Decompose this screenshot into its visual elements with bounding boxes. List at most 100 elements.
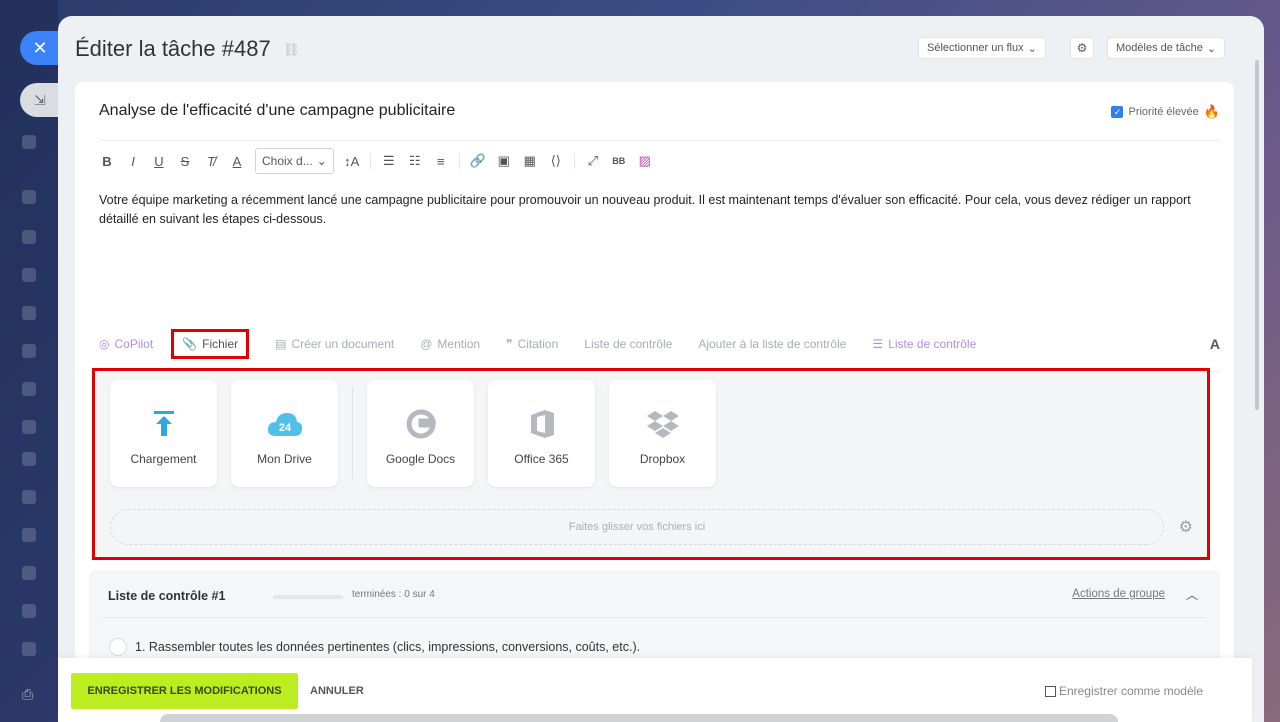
rail-item[interactable] [22, 190, 36, 204]
bottom-bar [160, 714, 1118, 722]
office-icon [528, 402, 556, 446]
text-color-icon[interactable]: A [229, 154, 245, 169]
bold-icon[interactable]: B [99, 154, 115, 169]
clear-format-icon[interactable]: T̸ [203, 154, 219, 169]
toolbar-separator [458, 153, 460, 169]
rail-item[interactable] [22, 604, 36, 618]
dropzone-label: Faites glisser vos fichiers ici [568, 521, 706, 533]
tab-checklist-active[interactable]: ☰ Liste de contrôle [872, 337, 976, 351]
save-changes-button[interactable]: ENREGISTRER LES MODIFICATIONS [71, 673, 298, 709]
group-actions-link[interactable]: Actions de groupe [1072, 588, 1165, 600]
task-description[interactable]: Votre équipe marketing a récemment lancé… [99, 191, 1209, 229]
rail-item[interactable] [22, 490, 36, 504]
gear-icon[interactable]: ⚙ [1179, 517, 1193, 537]
link-icon[interactable]: ⛓ [283, 42, 300, 58]
align-icon[interactable]: ≡ [433, 154, 449, 169]
settings-button[interactable]: ⚙ [1070, 37, 1094, 59]
underline-icon[interactable]: U [151, 154, 167, 169]
cancel-button[interactable]: ANNULER [310, 685, 364, 697]
panel-header: Éditer la tâche #487 ⛓ Sélectionner un f… [58, 16, 1264, 82]
bullet-list-icon[interactable]: ☷ [407, 153, 423, 169]
divider [103, 617, 1206, 618]
checklist-item[interactable]: 1. Rassembler toutes les données pertine… [109, 638, 640, 656]
font-size-icon[interactable]: ↕A [344, 154, 360, 169]
rail-item[interactable] [22, 135, 36, 149]
tab-checklist-active-label: Liste de contrôle [888, 337, 977, 351]
priority-checkbox[interactable]: ✓ [1111, 106, 1124, 118]
font-select[interactable]: Choix d... ⌄ [255, 148, 334, 174]
rail-item[interactable] [22, 230, 36, 244]
google-icon [406, 402, 436, 446]
tab-quote[interactable]: ❞ Citation [506, 337, 558, 351]
minimize-icon: ⇲ [34, 91, 46, 108]
file-dropzone[interactable]: Faites glisser vos fichiers ici [110, 509, 1164, 545]
tab-file[interactable]: 📎 Fichier [171, 329, 250, 359]
tab-copilot[interactable]: ◎ CoPilot [99, 337, 153, 351]
upload-arrow-icon [153, 402, 175, 446]
checklist-item-checkbox[interactable] [109, 638, 127, 656]
tab-quote-label: Citation [517, 337, 559, 351]
tab-create-document[interactable]: ▤ Créer un document [275, 337, 394, 351]
tab-add-to-checklist[interactable]: Ajouter à la liste de contrôle [698, 337, 846, 351]
scrollbar[interactable] [1255, 60, 1259, 410]
tab-add-to-checklist-label: Ajouter à la liste de contrôle [698, 337, 847, 351]
chevron-down-icon: ⌄ [1027, 42, 1037, 55]
upload-tile-upload[interactable]: Chargement [110, 380, 217, 487]
rail-item[interactable] [22, 382, 36, 396]
task-templates-label: Modèles de tâche [1116, 42, 1203, 54]
code-icon[interactable]: ⟨⟩ [548, 153, 564, 169]
task-title-input[interactable]: Analyse de l'efficacité d'une campagne p… [99, 102, 455, 120]
rail-item[interactable] [22, 642, 36, 656]
tile-label: Mon Drive [257, 451, 312, 466]
toolbar-separator [369, 153, 371, 169]
rail-item[interactable] [22, 528, 36, 542]
quote-icon: ❞ [506, 337, 513, 351]
rail-item[interactable] [22, 452, 36, 466]
tile-divider [352, 387, 353, 479]
tab-checklist[interactable]: Liste de contrôle [584, 337, 672, 351]
copilot-icon: ◎ [99, 337, 110, 351]
tab-create-document-label: Créer un document [291, 337, 395, 351]
bbcode-icon[interactable]: BB [611, 156, 627, 166]
format-icon[interactable]: A [1210, 336, 1220, 352]
print-icon[interactable]: ⎙ [22, 686, 38, 702]
cloud-badge: 24 [278, 422, 291, 434]
rail-item[interactable] [22, 566, 36, 580]
priority-label: Priorité élevée [1128, 106, 1199, 118]
close-button[interactable]: ✕ [20, 31, 60, 65]
fullscreen-icon[interactable]: ⤢ [585, 153, 601, 169]
task-templates-button[interactable]: Modèles de tâche ⌄ [1107, 37, 1226, 59]
rail-item[interactable] [22, 420, 36, 434]
at-icon: @ [420, 337, 433, 351]
chevron-down-icon: ⌄ [316, 154, 327, 168]
tab-copilot-label: CoPilot [114, 337, 154, 351]
upload-tile-office-365[interactable]: Office 365 [488, 380, 595, 487]
checklist-title[interactable]: Liste de contrôle #1 [108, 589, 225, 603]
ai-image-icon[interactable]: ▨ [637, 153, 653, 169]
save-as-template-toggle[interactable]: Enregistrer comme modèle [1044, 684, 1203, 698]
font-select-value: Choix d... [262, 154, 313, 168]
upload-tile-dropbox[interactable]: Dropbox [609, 380, 716, 487]
rail-item[interactable] [22, 344, 36, 358]
upload-tile-my-drive[interactable]: 24 Mon Drive [231, 380, 338, 487]
italic-icon[interactable]: I [125, 154, 141, 169]
upload-tile-google-docs[interactable]: Google Docs [367, 380, 474, 487]
table-icon[interactable]: ▦ [522, 153, 538, 169]
rail-item[interactable] [22, 268, 36, 282]
footer-bar: ENREGISTRER LES MODIFICATIONS ANNULER En… [58, 658, 1252, 722]
numbered-list-icon[interactable]: ☰ [381, 153, 397, 169]
save-as-template-checkbox[interactable] [1044, 685, 1056, 697]
select-flow-button[interactable]: Sélectionner un flux ⌄ [918, 37, 1046, 59]
link-insert-icon[interactable]: 🔗 [470, 153, 486, 169]
strikethrough-icon[interactable]: S [177, 154, 193, 169]
chevron-up-icon[interactable]: ︿ [1186, 586, 1198, 603]
rail-item[interactable] [22, 306, 36, 320]
editor-toolbar: B I U S T̸ A Choix d... ⌄ ↕A ☰ ☷ ≡ 🔗 ▣ ▦… [99, 148, 653, 174]
tab-mention[interactable]: @ Mention [420, 337, 480, 351]
image-icon[interactable]: ▣ [496, 153, 512, 169]
priority-toggle[interactable]: ✓ Priorité élevée 🔥 [1111, 104, 1220, 120]
gear-icon: ⚙ [1076, 41, 1088, 55]
tile-label: Dropbox [639, 451, 686, 466]
task-editor-panel: Éditer la tâche #487 ⛓ Sélectionner un f… [58, 16, 1264, 722]
minimize-button[interactable]: ⇲ [20, 83, 60, 117]
